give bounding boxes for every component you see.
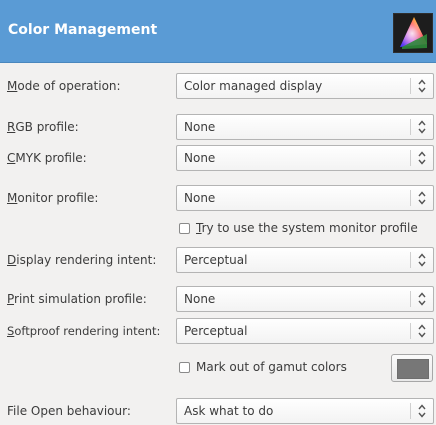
out-of-gamut-color-swatch xyxy=(397,359,429,379)
softproof-rendering-intent-select[interactable]: Perceptual xyxy=(176,318,434,344)
system-monitor-profile-checkbox[interactable] xyxy=(179,223,190,234)
display-rendering-intent-label: Display rendering intent: xyxy=(7,253,157,267)
system-monitor-profile-toggle[interactable]: Try to use the system monitor profile xyxy=(179,220,429,238)
print-simulation-profile-value: None xyxy=(184,292,216,306)
display-rendering-intent-value: Perceptual xyxy=(184,253,248,267)
file-open-behaviour-select[interactable]: Ask what to do xyxy=(176,398,434,424)
combo-separator xyxy=(410,190,411,206)
mark-out-of-gamut-label: Mark out of gamut colors xyxy=(196,360,347,374)
combo-separator xyxy=(410,403,411,419)
updown-arrows-icon xyxy=(418,151,426,165)
mode-of-operation-select[interactable]: Color managed display xyxy=(176,73,434,99)
color-management-panel: Color Management Mode of operation: Colo… xyxy=(0,0,436,425)
monitor-profile-value: None xyxy=(184,191,216,205)
combo-separator xyxy=(410,150,411,166)
softproof-rendering-intent-label: Softproof rendering intent: xyxy=(7,324,161,338)
color-gamut-graphic xyxy=(400,17,427,49)
print-simulation-profile-label: Print simulation profile: xyxy=(7,292,147,306)
cmyk-profile-value: None xyxy=(184,151,216,165)
mark-out-of-gamut-checkbox[interactable] xyxy=(179,362,190,373)
rgb-profile-label: RGB profile: xyxy=(7,120,79,134)
print-simulation-profile-select[interactable]: None xyxy=(176,286,434,312)
mark-out-of-gamut-toggle[interactable]: Mark out of gamut colors xyxy=(179,359,379,377)
cmyk-profile-label: CMYK profile: xyxy=(7,151,87,165)
updown-arrows-icon xyxy=(418,404,426,418)
combo-separator xyxy=(410,119,411,135)
combo-separator xyxy=(410,323,411,339)
cmyk-profile-select[interactable]: None xyxy=(176,145,434,171)
monitor-profile-select[interactable]: None xyxy=(176,185,434,211)
rgb-profile-select[interactable]: None xyxy=(176,114,434,140)
page-title: Color Management xyxy=(8,22,158,38)
mode-of-operation-label: Mode of operation: xyxy=(7,79,121,93)
mode-of-operation-value: Color managed display xyxy=(184,79,323,93)
softproof-rendering-intent-value: Perceptual xyxy=(184,324,248,338)
updown-arrows-icon xyxy=(418,253,426,267)
monitor-profile-label: Monitor profile: xyxy=(7,191,99,205)
display-rendering-intent-select[interactable]: Perceptual xyxy=(176,247,434,273)
combo-separator xyxy=(410,252,411,268)
panel-header: Color Management xyxy=(0,0,436,63)
updown-arrows-icon xyxy=(418,324,426,338)
updown-arrows-icon xyxy=(418,79,426,93)
out-of-gamut-color-button[interactable] xyxy=(391,354,433,382)
combo-separator xyxy=(410,291,411,307)
file-open-behaviour-label: File Open behaviour: xyxy=(7,404,131,418)
file-open-behaviour-value: Ask what to do xyxy=(184,404,274,418)
combo-separator xyxy=(410,78,411,94)
system-monitor-profile-label: Try to use the system monitor profile xyxy=(196,221,418,235)
rgb-profile-value: None xyxy=(184,120,216,134)
updown-arrows-icon xyxy=(418,191,426,205)
updown-arrows-icon xyxy=(418,292,426,306)
color-management-icon xyxy=(393,13,433,53)
updown-arrows-icon xyxy=(418,120,426,134)
